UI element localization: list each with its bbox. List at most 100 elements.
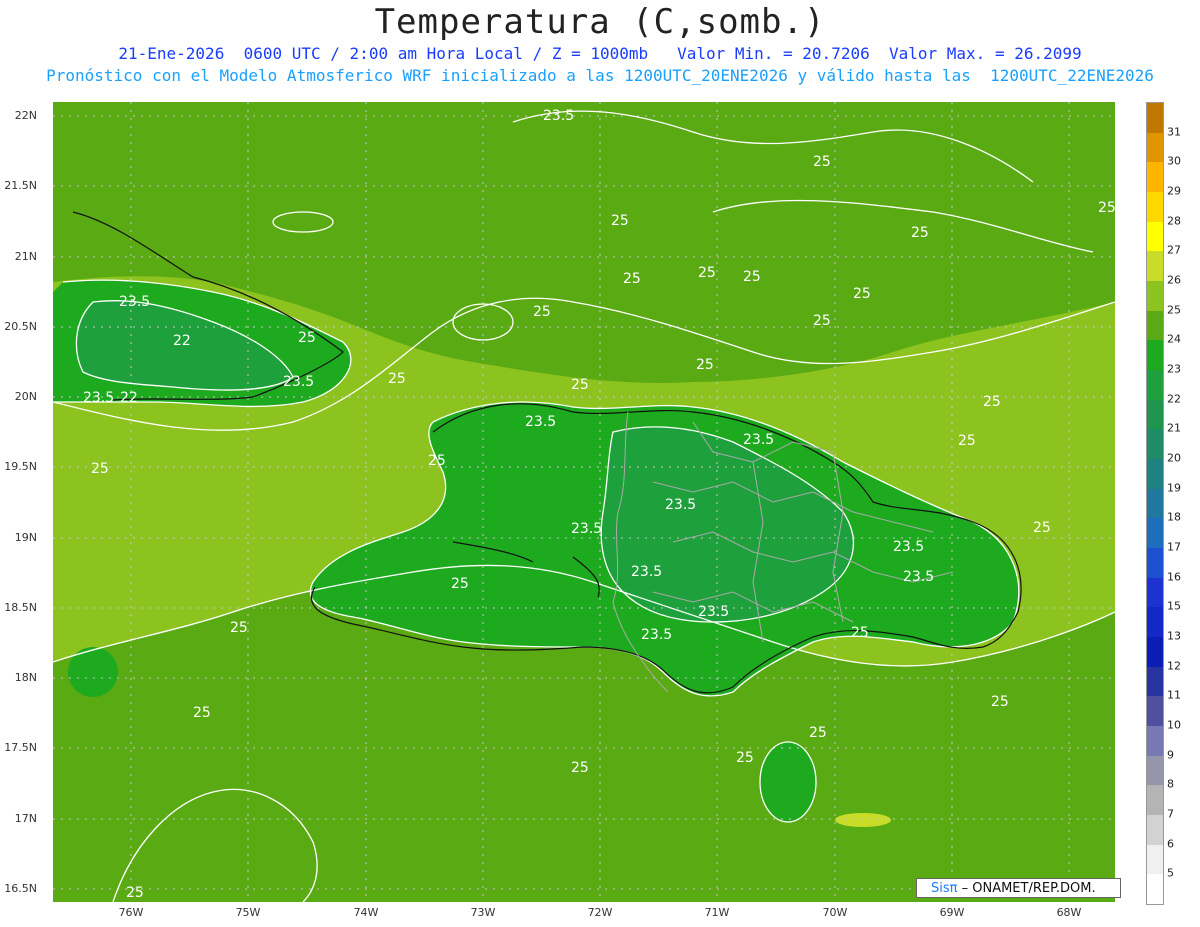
contour-label: 23.5: [543, 108, 574, 124]
contour-label: 25: [743, 269, 761, 285]
lat-label: 20.5N: [4, 320, 37, 333]
colorbar-cell: [1147, 577, 1163, 608]
contour-label: 25: [91, 461, 109, 477]
colorbar-cell: [1147, 459, 1163, 490]
colorbar-label: 29: [1167, 184, 1181, 198]
contour-label: 23.5: [698, 604, 729, 620]
lon-label: 70W: [822, 906, 848, 919]
colorbar-label: 25: [1167, 303, 1181, 317]
temperature-map: 23.5 25 23.5 22 23.5 23.5 22 25 25 25 25…: [53, 102, 1115, 902]
colorbar-cell: [1147, 726, 1163, 757]
colorbar-cell: [1147, 221, 1163, 252]
contour-label: 25: [698, 265, 716, 281]
lon-label: 75W: [235, 906, 261, 919]
colorbar-cell: [1147, 815, 1163, 846]
colorbar-cell: [1147, 281, 1163, 312]
contour-label: 25: [851, 625, 869, 641]
colorbar-label: 27: [1167, 243, 1181, 257]
subtitle-line-2: Pronóstico con el Modelo Atmosferico WRF…: [46, 66, 1154, 85]
contour-label: 25: [736, 750, 754, 766]
lon-label: 69W: [939, 906, 965, 919]
contour-label: 25: [809, 725, 827, 741]
colorbar-label: 22: [1167, 392, 1181, 406]
contour-label: 25: [696, 357, 714, 373]
lat-label: 18.5N: [4, 601, 37, 614]
contour-label: 25: [126, 885, 144, 901]
lon-label: 72W: [587, 906, 613, 919]
contour-label: 25: [428, 453, 446, 469]
colorbar-cell: [1147, 874, 1163, 904]
contour-label: 25: [911, 225, 929, 241]
contour-label: 23.5: [903, 569, 934, 585]
colorbar-label: 12: [1167, 659, 1181, 673]
colorbar-cell: [1147, 755, 1163, 786]
contour-label: 23.5: [571, 521, 602, 537]
sispi-logo-text: Sisπ: [931, 881, 958, 896]
contour-label: 22: [173, 333, 191, 349]
lat-label: 21.5N: [4, 179, 37, 192]
colorbar-label: 28: [1167, 214, 1181, 228]
colorbar-cell: [1147, 637, 1163, 668]
contour-label: 25: [623, 271, 641, 287]
contour-label: 25: [571, 760, 589, 776]
contour-label: 23.5: [665, 497, 696, 513]
contour-label: 25: [958, 433, 976, 449]
colorbar-cell: [1147, 399, 1163, 430]
colorbar-cell: [1147, 488, 1163, 519]
colorbar-cell: [1147, 785, 1163, 816]
colorbar-cell: [1147, 429, 1163, 460]
colorbar-label: 18: [1167, 510, 1181, 524]
colorbar-cell: [1147, 132, 1163, 163]
contour-label: 25: [533, 304, 551, 320]
colorbar-cell: [1147, 666, 1163, 697]
colorbar-label: 13: [1167, 629, 1181, 643]
colorbar-label: 10: [1167, 718, 1181, 732]
colorbar-label: 19: [1167, 481, 1181, 495]
contour-label: 23.5: [641, 627, 672, 643]
contour-label: 25: [813, 313, 831, 329]
colorbar-cell: [1147, 548, 1163, 579]
lat-label: 17.5N: [4, 741, 37, 754]
colorbar-cell: [1147, 370, 1163, 401]
contour-label: 23.5: [631, 564, 662, 580]
contour-label: 25: [991, 694, 1009, 710]
colorbar-cell: [1147, 251, 1163, 282]
colorbar-label: 31: [1167, 125, 1181, 139]
contour-label: 25: [571, 377, 589, 393]
colorbar-label: 5: [1167, 866, 1174, 880]
contour-label: 25: [983, 394, 1001, 410]
contour-label: 23.5: [83, 390, 114, 406]
colorbar-label: 17: [1167, 540, 1181, 554]
contour-label: 25: [388, 371, 406, 387]
colorbar-cell: [1147, 192, 1163, 223]
colorbar-cell: [1147, 607, 1163, 638]
colorbar-cell: [1147, 844, 1163, 875]
colorbar-label: 20: [1167, 451, 1181, 465]
lon-label: 68W: [1056, 906, 1082, 919]
lat-label: 21N: [14, 250, 37, 263]
contour-label: 23.5: [743, 432, 774, 448]
contour-label: 23.5: [525, 414, 556, 430]
contour-label: 25: [853, 286, 871, 302]
contour-label: 23.5: [119, 294, 150, 310]
colorbar-cell: [1147, 340, 1163, 371]
colorbar-label: 30: [1167, 154, 1181, 168]
lat-label: 17N: [14, 812, 37, 825]
colorbar-label: 6: [1167, 837, 1174, 851]
contour-label: 22: [120, 390, 138, 406]
contour-label: 25: [451, 576, 469, 592]
credit-box: Sisπ – ONAMET/REP.DOM.: [916, 878, 1121, 898]
contour-label: 25: [813, 154, 831, 170]
lat-label: 18N: [14, 671, 37, 684]
colorbar-cell: [1147, 310, 1163, 341]
colorbar-label: 26: [1167, 273, 1181, 287]
colorbar-label: 16: [1167, 570, 1181, 584]
contour-label: 23.5: [283, 374, 314, 390]
colorbar-label: 24: [1167, 332, 1181, 346]
lat-label: 19N: [14, 531, 37, 544]
contour-label: 25: [1033, 520, 1051, 536]
colorbar-cell: [1147, 162, 1163, 193]
colorbar-label: 21: [1167, 421, 1181, 435]
contour-label: 25: [193, 705, 211, 721]
colorbar: [1146, 102, 1164, 905]
